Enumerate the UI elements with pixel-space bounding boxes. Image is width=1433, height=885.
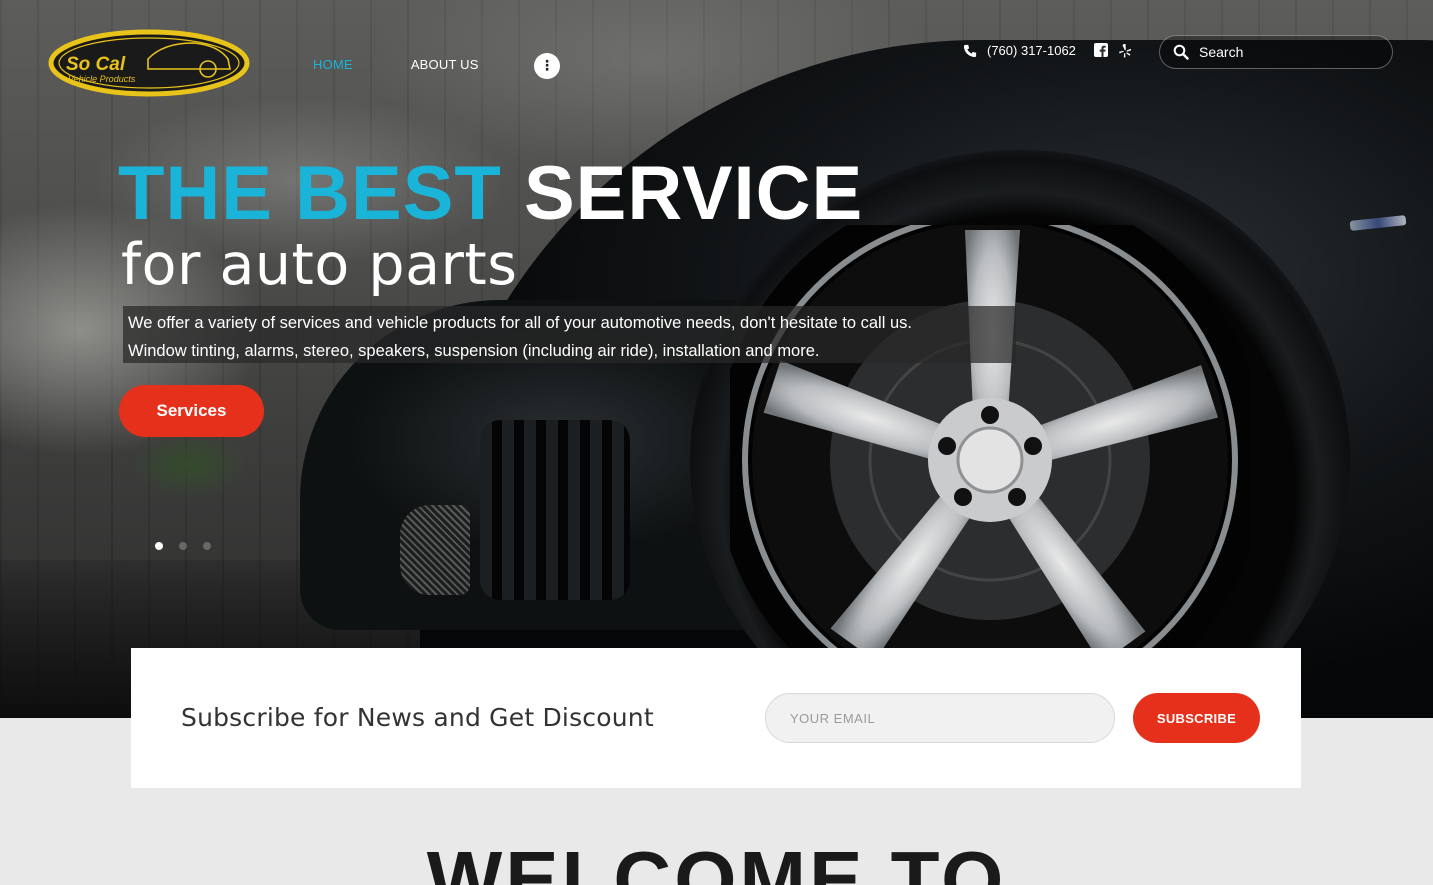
- search-box[interactable]: [1159, 35, 1393, 69]
- hero-headline: THE BEST SERVICE: [118, 156, 863, 232]
- search-icon: [1173, 44, 1189, 60]
- more-menu-button[interactable]: ⋮: [534, 53, 560, 79]
- subscribe-panel: Subscribe for News and Get Discount SUBS…: [131, 648, 1301, 788]
- phone-number: (760) 317-1062: [987, 43, 1076, 58]
- facebook-icon[interactable]: [1094, 43, 1108, 57]
- yelp-icon[interactable]: [1118, 43, 1132, 58]
- nav-about-us[interactable]: ABOUT US: [411, 57, 479, 72]
- slider-dot-2[interactable]: [179, 542, 187, 550]
- logo[interactable]: So Cal Vehicle Products: [48, 29, 250, 97]
- main-nav: HOME ABOUT US: [313, 57, 537, 72]
- email-field[interactable]: [765, 693, 1115, 743]
- hero-weeds: [130, 430, 250, 500]
- hero-car-wheel: [730, 225, 1250, 718]
- services-button[interactable]: Services: [119, 385, 264, 437]
- hero-description-line1: We offer a variety of services and vehic…: [128, 314, 912, 332]
- phone-contact[interactable]: (760) 317-1062: [963, 43, 1076, 58]
- subscribe-title: Subscribe for News and Get Discount: [181, 703, 654, 732]
- hero-description: We offer a variety of services and vehic…: [123, 306, 1016, 363]
- subscribe-button[interactable]: SUBSCRIBE: [1133, 693, 1260, 743]
- phone-icon: [963, 44, 977, 57]
- more-vertical-icon: ⋮: [540, 58, 554, 74]
- hero-description-line2: Window tinting, alarms, stereo, speakers…: [128, 342, 820, 360]
- hero-subheadline: for auto parts: [121, 232, 518, 298]
- headline-accent: THE BEST: [118, 151, 502, 236]
- nav-home[interactable]: HOME: [313, 57, 353, 72]
- logo-line1: So Cal: [66, 54, 126, 75]
- slider-dot-3[interactable]: [203, 542, 211, 550]
- slider-dots: [155, 542, 211, 550]
- hero-car-grille: [480, 420, 630, 600]
- slider-dot-1[interactable]: [155, 542, 163, 550]
- welcome-heading: WELCOME TO: [426, 835, 1007, 885]
- hero-car-mesh: [400, 505, 470, 595]
- search-input[interactable]: [1199, 44, 1379, 60]
- logo-line2: Vehicle Products: [68, 74, 136, 84]
- social-links: [1094, 43, 1132, 58]
- headline-main: SERVICE: [523, 151, 864, 236]
